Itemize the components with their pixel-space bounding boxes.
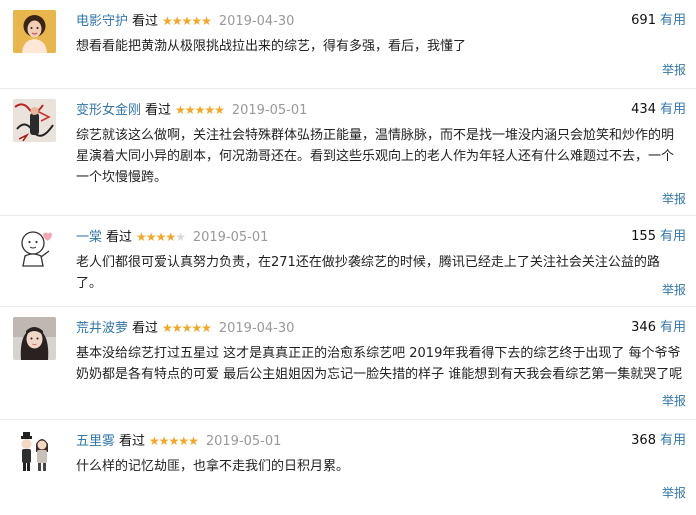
avatar[interactable]: [13, 226, 56, 269]
comment-date: 2019-05-01: [231, 103, 308, 118]
vote-area: 434 有用: [631, 101, 686, 119]
star-filled-icon: ★: [165, 230, 176, 244]
watch-status: 看过: [119, 434, 146, 449]
comment-meta: 变形女金刚 看过 ★★★★★ 2019-05-01: [76, 101, 307, 119]
star-filled-icon: ★: [201, 14, 212, 28]
comment-text: 什么样的记忆劫匪，也拿不走我们的日积月累。: [76, 459, 350, 474]
avatar[interactable]: [13, 10, 56, 53]
star-filled-icon: ★: [201, 321, 212, 335]
comment-item: 荒井波萝 看过 ★★★★★ 2019-04-30 346 有用 基本没给综艺打过五星过 …: [0, 307, 696, 420]
vote-count: 691: [631, 13, 656, 28]
vote-area: 368 有用: [631, 432, 686, 450]
comment-meta: 一棠 看过 ★★★★★ 2019-05-01: [76, 228, 268, 246]
star-filled-icon: ★: [181, 321, 193, 335]
rating-stars: ★★★★★: [162, 321, 212, 335]
username-link[interactable]: 五里雾: [76, 434, 115, 449]
star-filled-icon: ★: [191, 321, 202, 335]
comment-text: 基本没给综艺打过五星过 这才是真真正正的治愈系综艺吧 2019年我看得下去的综艺…: [76, 346, 683, 382]
watch-status: 看过: [106, 230, 133, 245]
report-link[interactable]: 举报: [662, 191, 686, 207]
avatar[interactable]: [13, 430, 56, 473]
avatar-couple-cartoon-icon: [13, 430, 56, 473]
star-filled-icon: ★: [188, 434, 199, 448]
vote-area: 691 有用: [631, 12, 686, 30]
star-filled-icon: ★: [171, 14, 183, 28]
useful-button[interactable]: 有用: [660, 320, 686, 335]
star-filled-icon: ★: [145, 230, 157, 244]
comment-date: 2019-04-30: [218, 321, 295, 336]
star-filled-icon: ★: [184, 103, 196, 117]
comment-meta: 荒井波萝 看过 ★★★★★ 2019-04-30: [76, 319, 294, 337]
vote-count: 368: [631, 433, 656, 448]
useful-button[interactable]: 有用: [660, 433, 686, 448]
useful-button[interactable]: 有用: [660, 229, 686, 244]
star-filled-icon: ★: [158, 434, 170, 448]
star-filled-icon: ★: [171, 321, 183, 335]
vote-area: 346 有用: [631, 319, 686, 337]
star-filled-icon: ★: [136, 230, 147, 244]
vote-area: 155 有用: [631, 228, 686, 246]
comment-text: 综艺就该这么做啊，关注社会特殊群体弘扬正能量，温情脉脉，而不是找一堆没内涵只会尬…: [76, 128, 675, 185]
star-filled-icon: ★: [162, 14, 173, 28]
star-empty-icon: ★: [175, 230, 186, 244]
comment-item: 电影守护 看过 ★★★★★ 2019-04-30 691 有用 想看看能把黄渤从极限挑战…: [0, 0, 696, 89]
comment-meta: 电影守护 看过 ★★★★★ 2019-04-30: [76, 12, 294, 30]
comment-date: 2019-05-01: [192, 230, 269, 245]
comment-text: 老人们都很可爱认真努力负责，在271还在做抄袭综艺的时候，腾讯已经走上了关注社会…: [76, 255, 660, 291]
watch-status: 看过: [132, 14, 159, 29]
star-filled-icon: ★: [175, 103, 186, 117]
username-link[interactable]: 变形女金刚: [76, 103, 141, 118]
comment-meta: 五里雾 看过 ★★★★★ 2019-05-01: [76, 432, 281, 450]
avatar-cartoon-doodle-icon: [13, 226, 56, 269]
useful-button[interactable]: 有用: [660, 13, 686, 28]
star-filled-icon: ★: [168, 434, 180, 448]
avatar[interactable]: [13, 99, 56, 142]
username-link[interactable]: 荒井波萝: [76, 321, 128, 336]
comment-date: 2019-05-01: [205, 434, 282, 449]
comment-item: 变形女金刚 看过 ★★★★★ 2019-05-01 434 有用 综艺就该这么做啊，关注…: [0, 89, 696, 216]
comment-text: 想看看能把黄渤从极限挑战拉出来的综艺，得有多强，看后，我懂了: [76, 39, 467, 54]
star-filled-icon: ★: [178, 434, 189, 448]
star-filled-icon: ★: [149, 434, 160, 448]
star-filled-icon: ★: [191, 14, 202, 28]
avatar-graffiti-wall-icon: [13, 99, 56, 142]
useful-button[interactable]: 有用: [660, 102, 686, 117]
avatar[interactable]: [13, 317, 56, 360]
watch-status: 看过: [132, 321, 159, 336]
rating-stars: ★★★★★: [149, 434, 199, 448]
report-link[interactable]: 举报: [662, 485, 686, 501]
username-link[interactable]: 电影守护: [76, 14, 128, 29]
comment-date: 2019-04-30: [218, 14, 295, 29]
comment-item: 一棠 看过 ★★★★★ 2019-05-01 155 有用 老人们都很可爱认真努力负责，…: [0, 216, 696, 307]
vote-count: 434: [631, 102, 656, 117]
star-filled-icon: ★: [181, 14, 193, 28]
vote-count: 155: [631, 229, 656, 244]
rating-stars: ★★★★★: [162, 14, 212, 28]
star-filled-icon: ★: [155, 230, 167, 244]
comment-list: 电影守护 看过 ★★★★★ 2019-04-30 691 有用 想看看能把黄渤从极限挑战…: [0, 0, 696, 515]
rating-stars: ★★★★★: [136, 230, 186, 244]
report-link[interactable]: 举报: [662, 393, 686, 409]
comment-item: 五里雾 看过 ★★★★★ 2019-05-01 368 有用 什么样的记忆劫匪，也拿不走…: [0, 420, 696, 515]
avatar-girl-photo-icon: [13, 317, 56, 360]
vote-count: 346: [631, 320, 656, 335]
report-link[interactable]: 举报: [662, 282, 686, 298]
star-filled-icon: ★: [194, 103, 206, 117]
watch-status: 看过: [145, 103, 172, 118]
star-filled-icon: ★: [204, 103, 215, 117]
star-filled-icon: ★: [214, 103, 225, 117]
rating-stars: ★★★★★: [175, 103, 225, 117]
star-filled-icon: ★: [162, 321, 173, 335]
username-link[interactable]: 一棠: [76, 230, 102, 245]
report-link[interactable]: 举报: [662, 62, 686, 78]
avatar-gold-portrait-icon: [13, 10, 56, 53]
